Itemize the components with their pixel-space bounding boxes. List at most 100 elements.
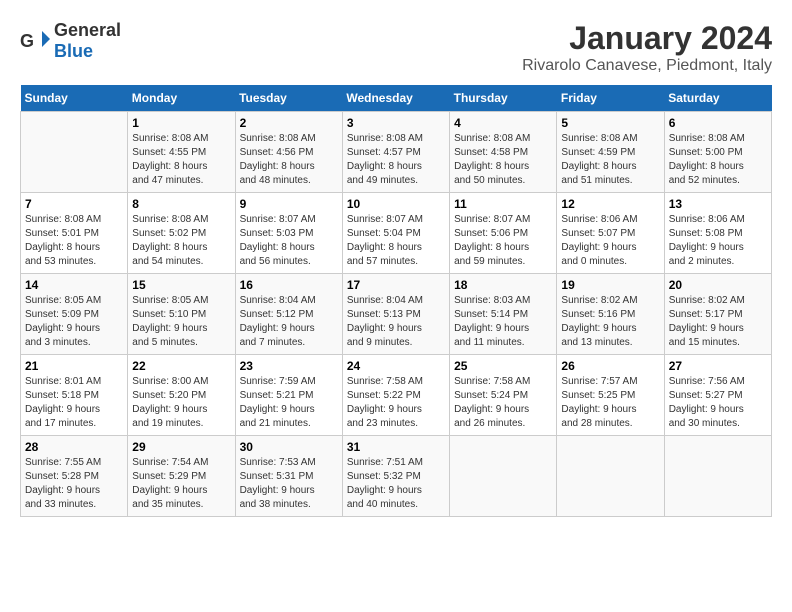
svg-text:G: G [20,31,34,51]
calendar-cell: 8 Sunrise: 8:08 AM Sunset: 5:02 PM Daylig… [128,193,235,274]
calendar-cell: 19 Sunrise: 8:02 AM Sunset: 5:16 PM Dayli… [557,274,664,355]
main-title: January 2024 [522,20,772,57]
day-number: 1 [132,116,230,130]
calendar-cell: 27 Sunrise: 7:56 AM Sunset: 5:27 PM Dayli… [664,355,771,436]
calendar-cell: 2 Sunrise: 8:08 AM Sunset: 4:56 PM Daylig… [235,112,342,193]
calendar-cell: 25 Sunrise: 7:58 AM Sunset: 5:24 PM Dayli… [450,355,557,436]
day-info: Sunrise: 8:08 AM Sunset: 4:57 PM Dayligh… [347,132,445,188]
day-info: Sunrise: 7:58 AM Sunset: 5:24 PM Dayligh… [454,375,552,431]
calendar-cell [21,112,128,193]
day-number: 24 [347,359,445,373]
day-number: 27 [669,359,767,373]
day-number: 21 [25,359,123,373]
day-info: Sunrise: 8:07 AM Sunset: 5:06 PM Dayligh… [454,213,552,269]
day-number: 8 [132,197,230,211]
day-number: 4 [454,116,552,130]
day-info: Sunrise: 8:03 AM Sunset: 5:14 PM Dayligh… [454,294,552,350]
day-info: Sunrise: 7:53 AM Sunset: 5:31 PM Dayligh… [240,456,338,512]
day-number: 20 [669,278,767,292]
calendar-cell: 17 Sunrise: 8:04 AM Sunset: 5:13 PM Dayli… [342,274,449,355]
day-number: 25 [454,359,552,373]
day-number: 7 [25,197,123,211]
logo-general: General [54,20,121,40]
day-number: 9 [240,197,338,211]
day-info: Sunrise: 8:07 AM Sunset: 5:03 PM Dayligh… [240,213,338,269]
day-info: Sunrise: 8:01 AM Sunset: 5:18 PM Dayligh… [25,375,123,431]
day-number: 12 [561,197,659,211]
day-info: Sunrise: 7:56 AM Sunset: 5:27 PM Dayligh… [669,375,767,431]
week-row-3: 14Sunrise: 8:05 AM Sunset: 5:09 PM Dayli… [21,274,772,355]
day-info: Sunrise: 7:58 AM Sunset: 5:22 PM Dayligh… [347,375,445,431]
day-info: Sunrise: 8:02 AM Sunset: 5:17 PM Dayligh… [669,294,767,350]
day-info: Sunrise: 8:02 AM Sunset: 5:16 PM Dayligh… [561,294,659,350]
day-info: Sunrise: 8:08 AM Sunset: 4:56 PM Dayligh… [240,132,338,188]
header-day-sunday: Sunday [21,85,128,112]
header-day-friday: Friday [557,85,664,112]
calendar-cell: 28Sunrise: 7:55 AM Sunset: 5:28 PM Dayli… [21,436,128,517]
day-number: 11 [454,197,552,211]
title-section: January 2024 Rivarolo Canavese, Piedmont… [522,20,772,75]
calendar-cell: 9 Sunrise: 8:07 AM Sunset: 5:03 PM Daylig… [235,193,342,274]
day-number: 17 [347,278,445,292]
calendar-cell: 11 Sunrise: 8:07 AM Sunset: 5:06 PM Dayli… [450,193,557,274]
calendar-cell: 7 Sunrise: 8:08 AM Sunset: 5:01 PM Daylig… [21,193,128,274]
day-number: 5 [561,116,659,130]
header-row: SundayMondayTuesdayWednesdayThursdayFrid… [21,85,772,112]
header-day-monday: Monday [128,85,235,112]
day-info: Sunrise: 8:04 AM Sunset: 5:12 PM Dayligh… [240,294,338,350]
day-info: Sunrise: 7:51 AM Sunset: 5:32 PM Dayligh… [347,456,445,512]
calendar-cell: 14Sunrise: 8:05 AM Sunset: 5:09 PM Dayli… [21,274,128,355]
calendar-cell: 3 Sunrise: 8:08 AM Sunset: 4:57 PM Daylig… [342,112,449,193]
calendar-cell: 10Sunrise: 8:07 AM Sunset: 5:04 PM Dayli… [342,193,449,274]
day-info: Sunrise: 8:06 AM Sunset: 5:07 PM Dayligh… [561,213,659,269]
calendar-cell: 16 Sunrise: 8:04 AM Sunset: 5:12 PM Dayli… [235,274,342,355]
page-header: G General Blue January 2024 Rivarolo Can… [20,20,772,75]
calendar-cell: 30 Sunrise: 7:53 AM Sunset: 5:31 PM Dayli… [235,436,342,517]
calendar-cell: 18Sunrise: 8:03 AM Sunset: 5:14 PM Dayli… [450,274,557,355]
calendar-cell: 23 Sunrise: 7:59 AM Sunset: 5:21 PM Dayli… [235,355,342,436]
header-day-wednesday: Wednesday [342,85,449,112]
calendar-cell [557,436,664,517]
day-number: 19 [561,278,659,292]
calendar-cell: 22Sunrise: 8:00 AM Sunset: 5:20 PM Dayli… [128,355,235,436]
day-number: 30 [240,440,338,454]
logo-blue: Blue [54,41,93,61]
day-number: 31 [347,440,445,454]
day-info: Sunrise: 8:08 AM Sunset: 5:00 PM Dayligh… [669,132,767,188]
day-number: 10 [347,197,445,211]
calendar-cell: 15 Sunrise: 8:05 AM Sunset: 5:10 PM Dayli… [128,274,235,355]
day-number: 6 [669,116,767,130]
calendar-cell: 5 Sunrise: 8:08 AM Sunset: 4:59 PM Daylig… [557,112,664,193]
day-info: Sunrise: 8:08 AM Sunset: 5:01 PM Dayligh… [25,213,123,269]
day-number: 13 [669,197,767,211]
day-info: Sunrise: 8:08 AM Sunset: 4:55 PM Dayligh… [132,132,230,188]
calendar-cell: 13 Sunrise: 8:06 AM Sunset: 5:08 PM Dayli… [664,193,771,274]
day-info: Sunrise: 8:08 AM Sunset: 4:59 PM Dayligh… [561,132,659,188]
day-info: Sunrise: 8:06 AM Sunset: 5:08 PM Dayligh… [669,213,767,269]
calendar-cell [664,436,771,517]
day-number: 2 [240,116,338,130]
day-info: Sunrise: 8:05 AM Sunset: 5:10 PM Dayligh… [132,294,230,350]
day-number: 23 [240,359,338,373]
day-number: 15 [132,278,230,292]
day-info: Sunrise: 8:08 AM Sunset: 4:58 PM Dayligh… [454,132,552,188]
week-row-4: 21 Sunrise: 8:01 AM Sunset: 5:18 PM Dayli… [21,355,772,436]
calendar-cell: 29Sunrise: 7:54 AM Sunset: 5:29 PM Dayli… [128,436,235,517]
logo-icon: G [20,29,50,53]
header-day-thursday: Thursday [450,85,557,112]
calendar-cell: 1 Sunrise: 8:08 AM Sunset: 4:55 PM Daylig… [128,112,235,193]
day-info: Sunrise: 8:05 AM Sunset: 5:09 PM Dayligh… [25,294,123,350]
day-number: 3 [347,116,445,130]
calendar-cell [450,436,557,517]
header-day-saturday: Saturday [664,85,771,112]
day-info: Sunrise: 7:57 AM Sunset: 5:25 PM Dayligh… [561,375,659,431]
day-info: Sunrise: 8:04 AM Sunset: 5:13 PM Dayligh… [347,294,445,350]
calendar-table: SundayMondayTuesdayWednesdayThursdayFrid… [20,85,772,517]
day-info: Sunrise: 7:59 AM Sunset: 5:21 PM Dayligh… [240,375,338,431]
day-number: 26 [561,359,659,373]
day-info: Sunrise: 7:54 AM Sunset: 5:29 PM Dayligh… [132,456,230,512]
calendar-cell: 21 Sunrise: 8:01 AM Sunset: 5:18 PM Dayli… [21,355,128,436]
day-info: Sunrise: 8:08 AM Sunset: 5:02 PM Dayligh… [132,213,230,269]
calendar-cell: 6 Sunrise: 8:08 AM Sunset: 5:00 PM Daylig… [664,112,771,193]
day-number: 16 [240,278,338,292]
